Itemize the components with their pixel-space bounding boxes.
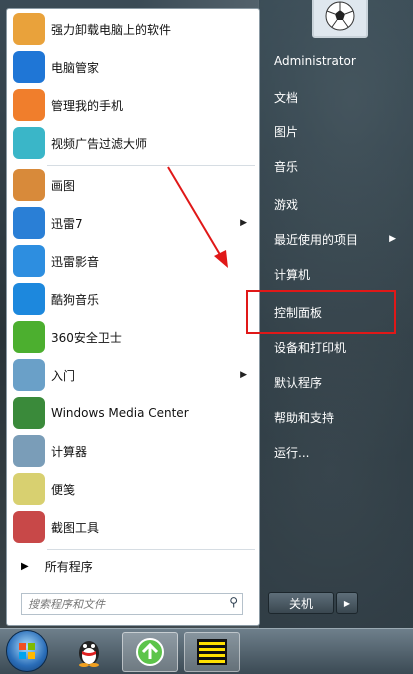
annotation-arrow xyxy=(167,166,228,268)
taskbar-qq-button[interactable] xyxy=(62,632,116,670)
shutdown-label: 关机 xyxy=(288,596,313,611)
taskbar-app-button[interactable] xyxy=(122,632,178,672)
triangle-right-icon: ▶ xyxy=(343,598,351,608)
taskbar-notes-button[interactable] xyxy=(184,632,240,672)
shutdown-options-button[interactable]: ▶ xyxy=(336,592,358,614)
shutdown-button[interactable]: 关机 xyxy=(268,592,334,614)
green-arrow-icon xyxy=(136,638,164,666)
qq-penguin-icon xyxy=(79,641,99,667)
yellow-lines-icon xyxy=(197,639,227,665)
windows-orb-icon[interactable] xyxy=(6,630,48,672)
